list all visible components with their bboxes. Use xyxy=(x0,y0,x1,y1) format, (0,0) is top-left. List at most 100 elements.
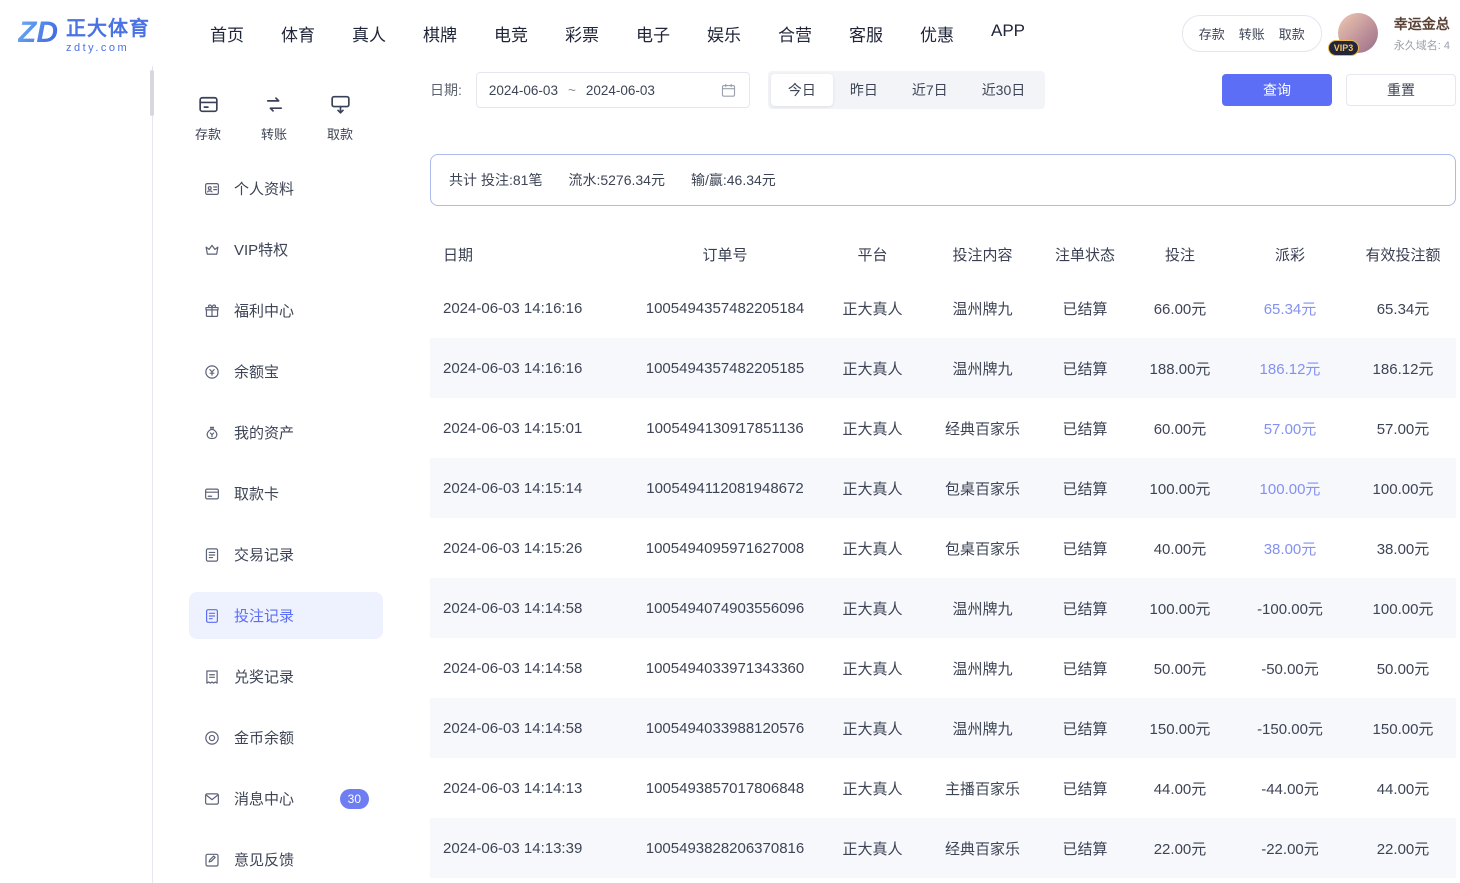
nav-item-7[interactable]: 电子 xyxy=(636,21,670,46)
vip-icon xyxy=(203,241,221,259)
cell-date: 2024-06-03 14:15:14 xyxy=(430,480,630,497)
cell-status: 已结算 xyxy=(1040,298,1130,319)
cell-platform: 正大真人 xyxy=(820,718,925,739)
sidebar: 存款 转账 取款 个人资料 VIP特权福利中心余额宝我的资产取款卡交易记录投注记录兑奖… xyxy=(153,66,403,883)
cell-bet: 44.00元 xyxy=(1130,778,1230,799)
cell-date: 2024-06-03 14:15:26 xyxy=(430,540,630,557)
nav-item-4[interactable]: 棋牌 xyxy=(423,21,457,46)
nav-item-10[interactable]: 客服 xyxy=(849,21,883,46)
sidebar-item-label: VIP特权 xyxy=(234,239,288,260)
search-button[interactable]: 查询 xyxy=(1222,74,1332,106)
cell-payout: -44.00元 xyxy=(1230,778,1350,799)
date-separator: ~ xyxy=(568,83,576,98)
cell-bet: 100.00元 xyxy=(1130,478,1230,499)
table-row: 2024-06-03 14:15:011005494130917851136正大… xyxy=(430,398,1456,458)
cell-bet: 50.00元 xyxy=(1130,658,1230,679)
column-header: 投注内容 xyxy=(925,244,1040,265)
header-quick-1[interactable]: 存款 xyxy=(1199,24,1225,43)
sidebar-quick-deposit[interactable]: 存款 xyxy=(195,92,221,143)
sidebar-quick-label: 转账 xyxy=(261,124,287,143)
range-tab-4[interactable]: 近30日 xyxy=(965,74,1043,106)
cell-payout: -22.00元 xyxy=(1230,838,1350,859)
sidebar-item[interactable]: 我的资产 xyxy=(189,409,383,456)
sidebar-item[interactable]: 兑奖记录 xyxy=(189,653,383,700)
sidebar-quick-label: 取款 xyxy=(327,124,353,143)
table-row: 2024-06-03 14:13:391005493828206370816正大… xyxy=(430,818,1456,878)
sidebar-item[interactable]: VIP特权 xyxy=(189,226,383,273)
yuebao-icon xyxy=(203,363,221,381)
cell-content: 温州牌九 xyxy=(925,298,1040,319)
calendar-icon[interactable] xyxy=(720,82,737,99)
nav-item-8[interactable]: 娱乐 xyxy=(707,21,741,46)
sidebar-item[interactable]: 取款卡 xyxy=(189,470,383,517)
cell-order: 1005494357482205185 xyxy=(630,360,820,377)
cell-content: 温州牌九 xyxy=(925,598,1040,619)
nav-item-6[interactable]: 彩票 xyxy=(565,21,599,46)
cell-status: 已结算 xyxy=(1040,478,1130,499)
cell-date: 2024-06-03 14:13:39 xyxy=(430,840,630,857)
nav-item-5[interactable]: 电竞 xyxy=(494,21,528,46)
nav-item-11[interactable]: 优惠 xyxy=(920,21,954,46)
sidebar-quick-withdraw[interactable]: 取款 xyxy=(327,92,353,143)
cell-payout: 38.00元 xyxy=(1230,538,1350,559)
user-meta: 幸运金总 永久域名: 4 xyxy=(1394,14,1450,53)
sidebar-item-label: 余额宝 xyxy=(234,361,279,382)
sidebar-item-label: 投注记录 xyxy=(234,605,294,626)
sidebar-item[interactable]: 余额宝 xyxy=(189,348,383,395)
range-tab-3[interactable]: 近7日 xyxy=(895,74,965,106)
sidebar-item[interactable]: 消息中心30 xyxy=(189,775,383,822)
nav-item-9[interactable]: 合营 xyxy=(778,21,812,46)
column-header: 注单状态 xyxy=(1040,244,1130,265)
summary-turnover: 流水:5276.34元 xyxy=(568,170,665,190)
column-header: 平台 xyxy=(820,244,925,265)
sidebar-item-label: 交易记录 xyxy=(234,544,294,565)
cell-content: 温州牌九 xyxy=(925,718,1040,739)
date-range-input[interactable]: 2024-06-03 ~ 2024-06-03 xyxy=(476,72,750,108)
cell-valid: 100.00元 xyxy=(1350,478,1456,499)
cell-order: 1005494074903556096 xyxy=(630,600,820,617)
cell-platform: 正大真人 xyxy=(820,418,925,439)
cell-status: 已结算 xyxy=(1040,838,1130,859)
range-tab-2[interactable]: 昨日 xyxy=(833,74,895,106)
cell-valid: 150.00元 xyxy=(1350,718,1456,739)
sidebar-menu: 个人资料 VIP特权福利中心余额宝我的资产取款卡交易记录投注记录兑奖记录金币余额消… xyxy=(189,165,383,883)
cell-bet: 188.00元 xyxy=(1130,358,1230,379)
cell-platform: 正大真人 xyxy=(820,598,925,619)
date-label: 日期: xyxy=(430,80,462,100)
table-row: 2024-06-03 14:16:161005494357482205185正大… xyxy=(430,338,1456,398)
sidebar-item[interactable]: 个人资料 xyxy=(189,165,383,212)
header-quick-2[interactable]: 转账 xyxy=(1239,24,1265,43)
sidebar-quick-label: 存款 xyxy=(195,124,221,143)
avatar[interactable]: VIP3 xyxy=(1338,13,1378,53)
nav-item-3[interactable]: 真人 xyxy=(352,21,386,46)
cell-valid: 50.00元 xyxy=(1350,658,1456,679)
column-header: 订单号 xyxy=(630,244,820,265)
sidebar-item[interactable]: 福利中心 xyxy=(189,287,383,334)
header-quick-3[interactable]: 取款 xyxy=(1279,24,1305,43)
nav-item-1[interactable]: 首页 xyxy=(210,21,244,46)
nav-item-12[interactable]: APP xyxy=(991,21,1025,46)
cell-payout: 65.34元 xyxy=(1230,298,1350,319)
sidebar-item[interactable]: 金币余额 xyxy=(189,714,383,761)
brand-logo[interactable]: ZD 正大体育 zdty.com xyxy=(0,12,150,54)
sidebar-item[interactable]: 投注记录 xyxy=(189,592,383,639)
vip-badge: VIP3 xyxy=(1328,40,1360,56)
deposit-icon xyxy=(196,92,221,117)
range-tab-1[interactable]: 今日 xyxy=(771,74,833,106)
sidebar-item-label: 意见反馈 xyxy=(234,849,294,870)
cell-content: 经典百家乐 xyxy=(925,418,1040,439)
sidebar-item[interactable]: 交易记录 xyxy=(189,531,383,578)
reset-button[interactable]: 重置 xyxy=(1346,74,1456,106)
cell-bet: 150.00元 xyxy=(1130,718,1230,739)
cell-platform: 正大真人 xyxy=(820,838,925,859)
sidebar-item[interactable]: 意见反馈 xyxy=(189,836,383,883)
permanent-domain: 永久域名: 4 xyxy=(1394,37,1450,53)
page: ZD 正大体育 zdty.com 首页 体育 真人 棋牌 电竞 彩票 电子 娱乐 合营 客服 优惠 A… xyxy=(0,0,1460,883)
withdraw-icon xyxy=(328,92,353,117)
cell-platform: 正大真人 xyxy=(820,658,925,679)
filter-bar: 日期: 2024-06-03 ~ 2024-06-03 今日昨日近7日近30日 … xyxy=(430,70,1456,110)
cell-payout: -100.00元 xyxy=(1230,598,1350,619)
sidebar-quick-transfer[interactable]: 转账 xyxy=(261,92,287,143)
cell-valid: 44.00元 xyxy=(1350,778,1456,799)
nav-item-2[interactable]: 体育 xyxy=(281,21,315,46)
